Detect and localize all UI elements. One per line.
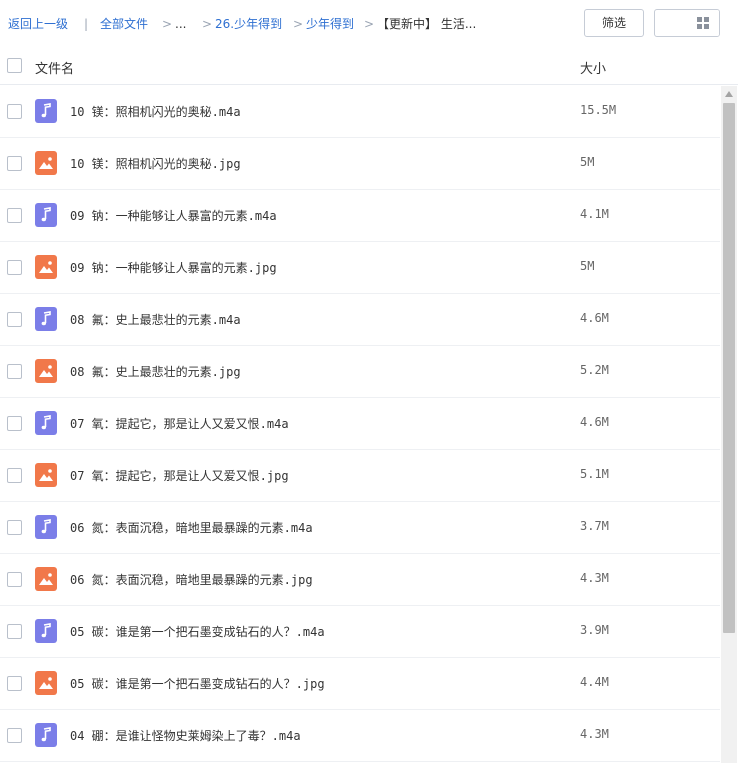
file-size: 5M: [580, 155, 595, 169]
file-row[interactable]: 07 氧：提起它，那是让人又爱又恨.jpg 5.1M: [0, 450, 720, 502]
file-name[interactable]: 05 碳：谁是第一个把石墨变成钻石的人？.m4a: [70, 623, 325, 640]
file-size: 5.2M: [580, 363, 609, 377]
file-name[interactable]: 09 钠：一种能够让人暴富的元素.jpg: [70, 259, 277, 276]
column-header-name[interactable]: 文件名: [35, 58, 74, 77]
file-row[interactable]: 07 氧：提起它，那是让人又爱又恨.m4a 4.6M: [0, 398, 720, 450]
column-header-size[interactable]: 大小: [580, 58, 606, 77]
row-checkbox[interactable]: [7, 624, 22, 639]
file-row[interactable]: 10 镁：照相机闪光的奥秘.jpg 5M: [0, 138, 720, 190]
file-size: 4.6M: [580, 415, 609, 429]
grid-view-button[interactable]: [687, 10, 719, 36]
breadcrumb-all-files[interactable]: 全部文件: [100, 16, 148, 32]
file-name[interactable]: 10 镁：照相机闪光的奥秘.m4a: [70, 103, 241, 120]
file-name[interactable]: 07 氧：提起它，那是让人又爱又恨.jpg: [70, 467, 289, 484]
row-checkbox[interactable]: [7, 364, 22, 379]
music-note-icon: [35, 307, 57, 331]
breadcrumb-current: 【更新中】 生活...: [377, 17, 477, 31]
file-row[interactable]: 08 氟：史上最悲壮的元素.m4a 4.6M: [0, 294, 720, 346]
file-row[interactable]: 06 氮：表面沉稳，暗地里最暴躁的元素.m4a 3.7M: [0, 502, 720, 554]
file-name[interactable]: 05 碳：谁是第一个把石墨变成钻石的人？.jpg: [70, 675, 325, 692]
music-note-icon: [35, 723, 57, 747]
file-size: 3.7M: [580, 519, 609, 533]
file-row[interactable]: 05 碳：谁是第一个把石墨变成钻石的人？.m4a 3.9M: [0, 606, 720, 658]
file-name[interactable]: 08 氟：史上最悲壮的元素.m4a: [70, 311, 241, 328]
music-note-icon: [35, 99, 57, 123]
file-name[interactable]: 06 氮：表面沉稳，暗地里最暴躁的元素.jpg: [70, 571, 313, 588]
image-icon: [35, 151, 57, 175]
toolbar: 返回上一级 | 全部文件 > ... > 26.少年得到 > 少年得到 > 【更…: [0, 0, 738, 46]
triangle-up-icon: [725, 91, 733, 97]
music-note-icon: [35, 203, 57, 227]
breadcrumb-ellipsis[interactable]: ...: [175, 16, 186, 32]
file-size: 4.6M: [580, 311, 609, 325]
file-name[interactable]: 10 镁：照相机闪光的奥秘.jpg: [70, 155, 241, 172]
file-size: 4.1M: [580, 207, 609, 221]
row-checkbox[interactable]: [7, 208, 22, 223]
music-note-icon: [35, 619, 57, 643]
image-icon: [35, 671, 57, 695]
breadcrumb-divider: |: [84, 17, 89, 31]
breadcrumb-chevron-icon: >: [202, 17, 213, 31]
file-row[interactable]: 06 氮：表面沉稳，暗地里最暴躁的元素.jpg 4.3M: [0, 554, 720, 606]
file-row[interactable]: 08 氟：史上最悲壮的元素.jpg 5.2M: [0, 346, 720, 398]
row-checkbox[interactable]: [7, 520, 22, 535]
row-checkbox[interactable]: [7, 260, 22, 275]
file-name[interactable]: 06 氮：表面沉稳，暗地里最暴躁的元素.m4a: [70, 519, 313, 536]
image-icon: [35, 463, 57, 487]
breadcrumb-item[interactable]: 26.少年得到: [215, 16, 282, 32]
file-size: 4.4M: [580, 675, 609, 689]
file-list-header: 文件名 大小: [0, 47, 738, 85]
row-checkbox[interactable]: [7, 104, 22, 119]
file-row[interactable]: 10 镁：照相机闪光的奥秘.m4a 15.5M: [0, 86, 720, 138]
select-all-checkbox[interactable]: [7, 58, 22, 73]
row-checkbox[interactable]: [7, 312, 22, 327]
scroll-up-button[interactable]: [721, 86, 737, 102]
file-size: 4.3M: [580, 571, 609, 585]
breadcrumb-item[interactable]: 少年得到: [306, 16, 354, 32]
image-icon: [35, 359, 57, 383]
file-row[interactable]: 04 硼：是谁让怪物史莱姆染上了毒？.m4a 4.3M: [0, 710, 720, 762]
image-icon: [35, 567, 57, 591]
vertical-scrollbar[interactable]: [721, 86, 737, 763]
breadcrumb-chevron-icon: >: [293, 17, 304, 31]
file-size: 3.9M: [580, 623, 609, 637]
music-note-icon: [35, 411, 57, 435]
file-name[interactable]: 09 钠：一种能够让人暴富的元素.m4a: [70, 207, 277, 224]
scrollbar-thumb[interactable]: [723, 103, 735, 633]
filter-button[interactable]: 筛选: [584, 9, 644, 37]
row-checkbox[interactable]: [7, 468, 22, 483]
row-checkbox[interactable]: [7, 676, 22, 691]
grid-view-icon: [697, 17, 709, 29]
row-checkbox[interactable]: [7, 416, 22, 431]
file-name[interactable]: 08 氟：史上最悲壮的元素.jpg: [70, 363, 241, 380]
file-row[interactable]: 05 碳：谁是第一个把石墨变成钻石的人？.jpg 4.4M: [0, 658, 720, 710]
file-size: 15.5M: [580, 103, 617, 117]
breadcrumb-chevron-icon: >: [162, 17, 173, 31]
image-icon: [35, 255, 57, 279]
file-row[interactable]: 09 钠：一种能够让人暴富的元素.m4a 4.1M: [0, 190, 720, 242]
file-name[interactable]: 04 硼：是谁让怪物史莱姆染上了毒？.m4a: [70, 727, 301, 744]
row-checkbox[interactable]: [7, 572, 22, 587]
back-link[interactable]: 返回上一级: [8, 16, 68, 32]
breadcrumb-chevron-icon: >: [364, 17, 375, 31]
music-note-icon: [35, 515, 57, 539]
file-list: 10 镁：照相机闪光的奥秘.m4a 15.5M 10 镁：照相机闪光的奥秘.jp…: [0, 86, 720, 763]
file-size: 5M: [580, 259, 595, 273]
file-name[interactable]: 07 氧：提起它，那是让人又爱又恨.m4a: [70, 415, 289, 432]
view-toggle: [654, 9, 720, 37]
file-row[interactable]: 09 钠：一种能够让人暴富的元素.jpg 5M: [0, 242, 720, 294]
row-checkbox[interactable]: [7, 156, 22, 171]
file-size: 4.3M: [580, 727, 609, 741]
row-checkbox[interactable]: [7, 728, 22, 743]
file-size: 5.1M: [580, 467, 609, 481]
